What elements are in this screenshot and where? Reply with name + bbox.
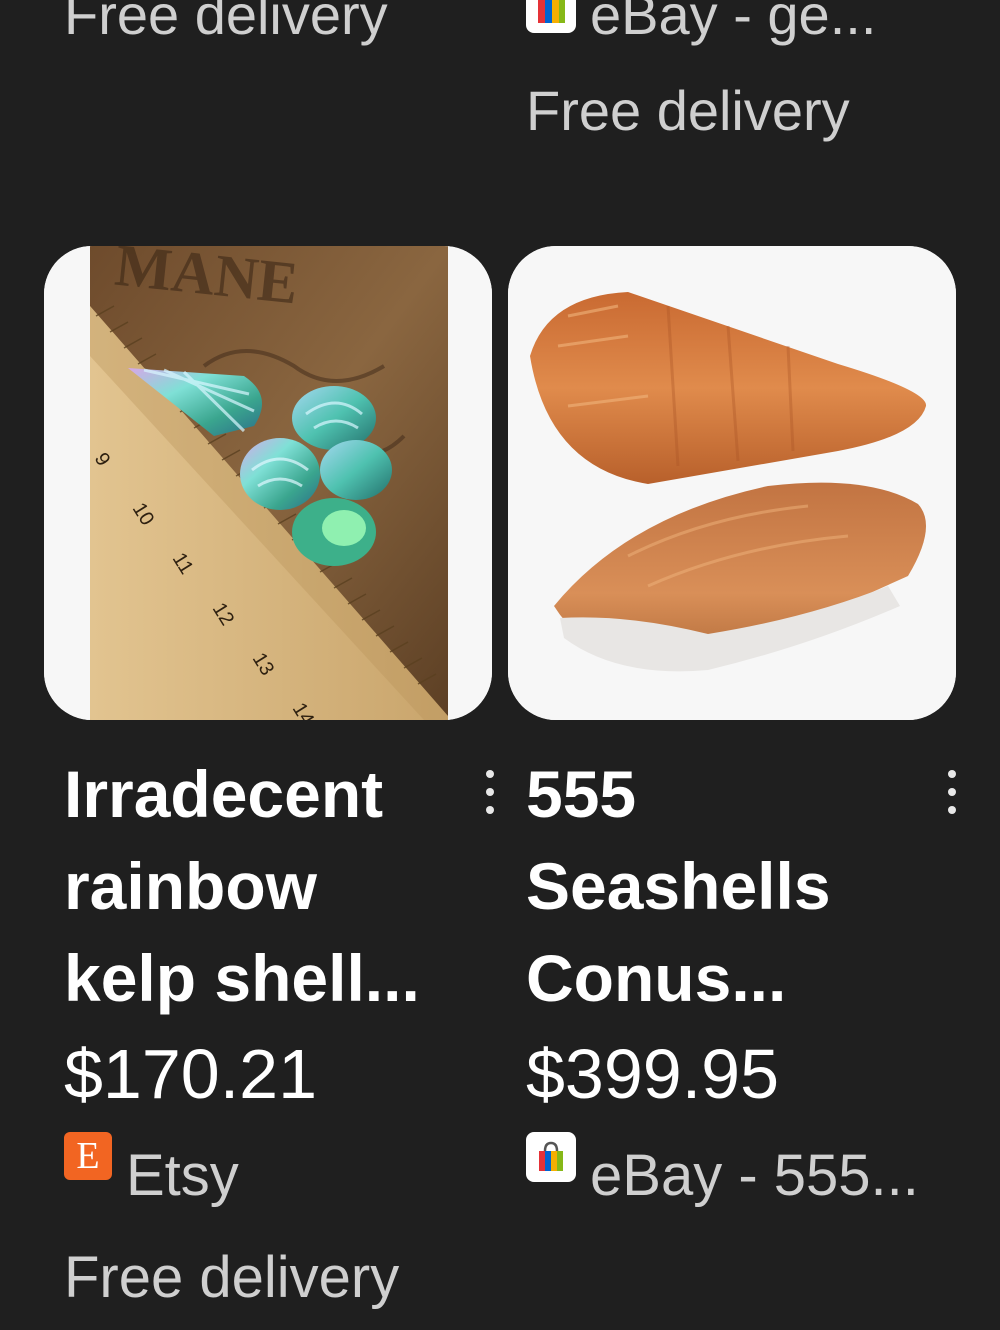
more-options-icon[interactable] <box>942 770 962 814</box>
product-price: $399.95 <box>526 1035 780 1113</box>
product-price: $170.21 <box>64 1035 318 1113</box>
store-row[interactable]: eBay - 555... <box>526 1132 919 1214</box>
top-right-store[interactable]: eBay - ge... <box>526 0 876 50</box>
store-name: Etsy <box>126 1143 239 1208</box>
product-title[interactable]: 555 Seashells Conus... <box>526 748 926 1024</box>
ebay-logo-icon <box>526 0 576 33</box>
product-title[interactable]: Irradecent rainbow kelp shell... <box>64 748 464 1024</box>
ebay-shopping-bag-icon <box>526 1132 576 1182</box>
top-right-delivery-text: Free delivery <box>526 79 850 142</box>
store-row[interactable]: E Etsy <box>64 1132 239 1214</box>
top-right-store-name: eBay - ge... <box>590 0 877 46</box>
more-options-icon[interactable] <box>480 770 500 814</box>
product-image-shells-ruler[interactable]: MANE 9 10 11 12 13 14 <box>44 246 492 720</box>
product-image-cone-shells[interactable] <box>508 246 956 720</box>
top-left-delivery-text: Free delivery <box>64 0 388 46</box>
etsy-logo-icon: E <box>64 1132 112 1180</box>
delivery-text: Free delivery <box>64 1245 400 1310</box>
store-name: eBay - 555... <box>590 1143 919 1208</box>
